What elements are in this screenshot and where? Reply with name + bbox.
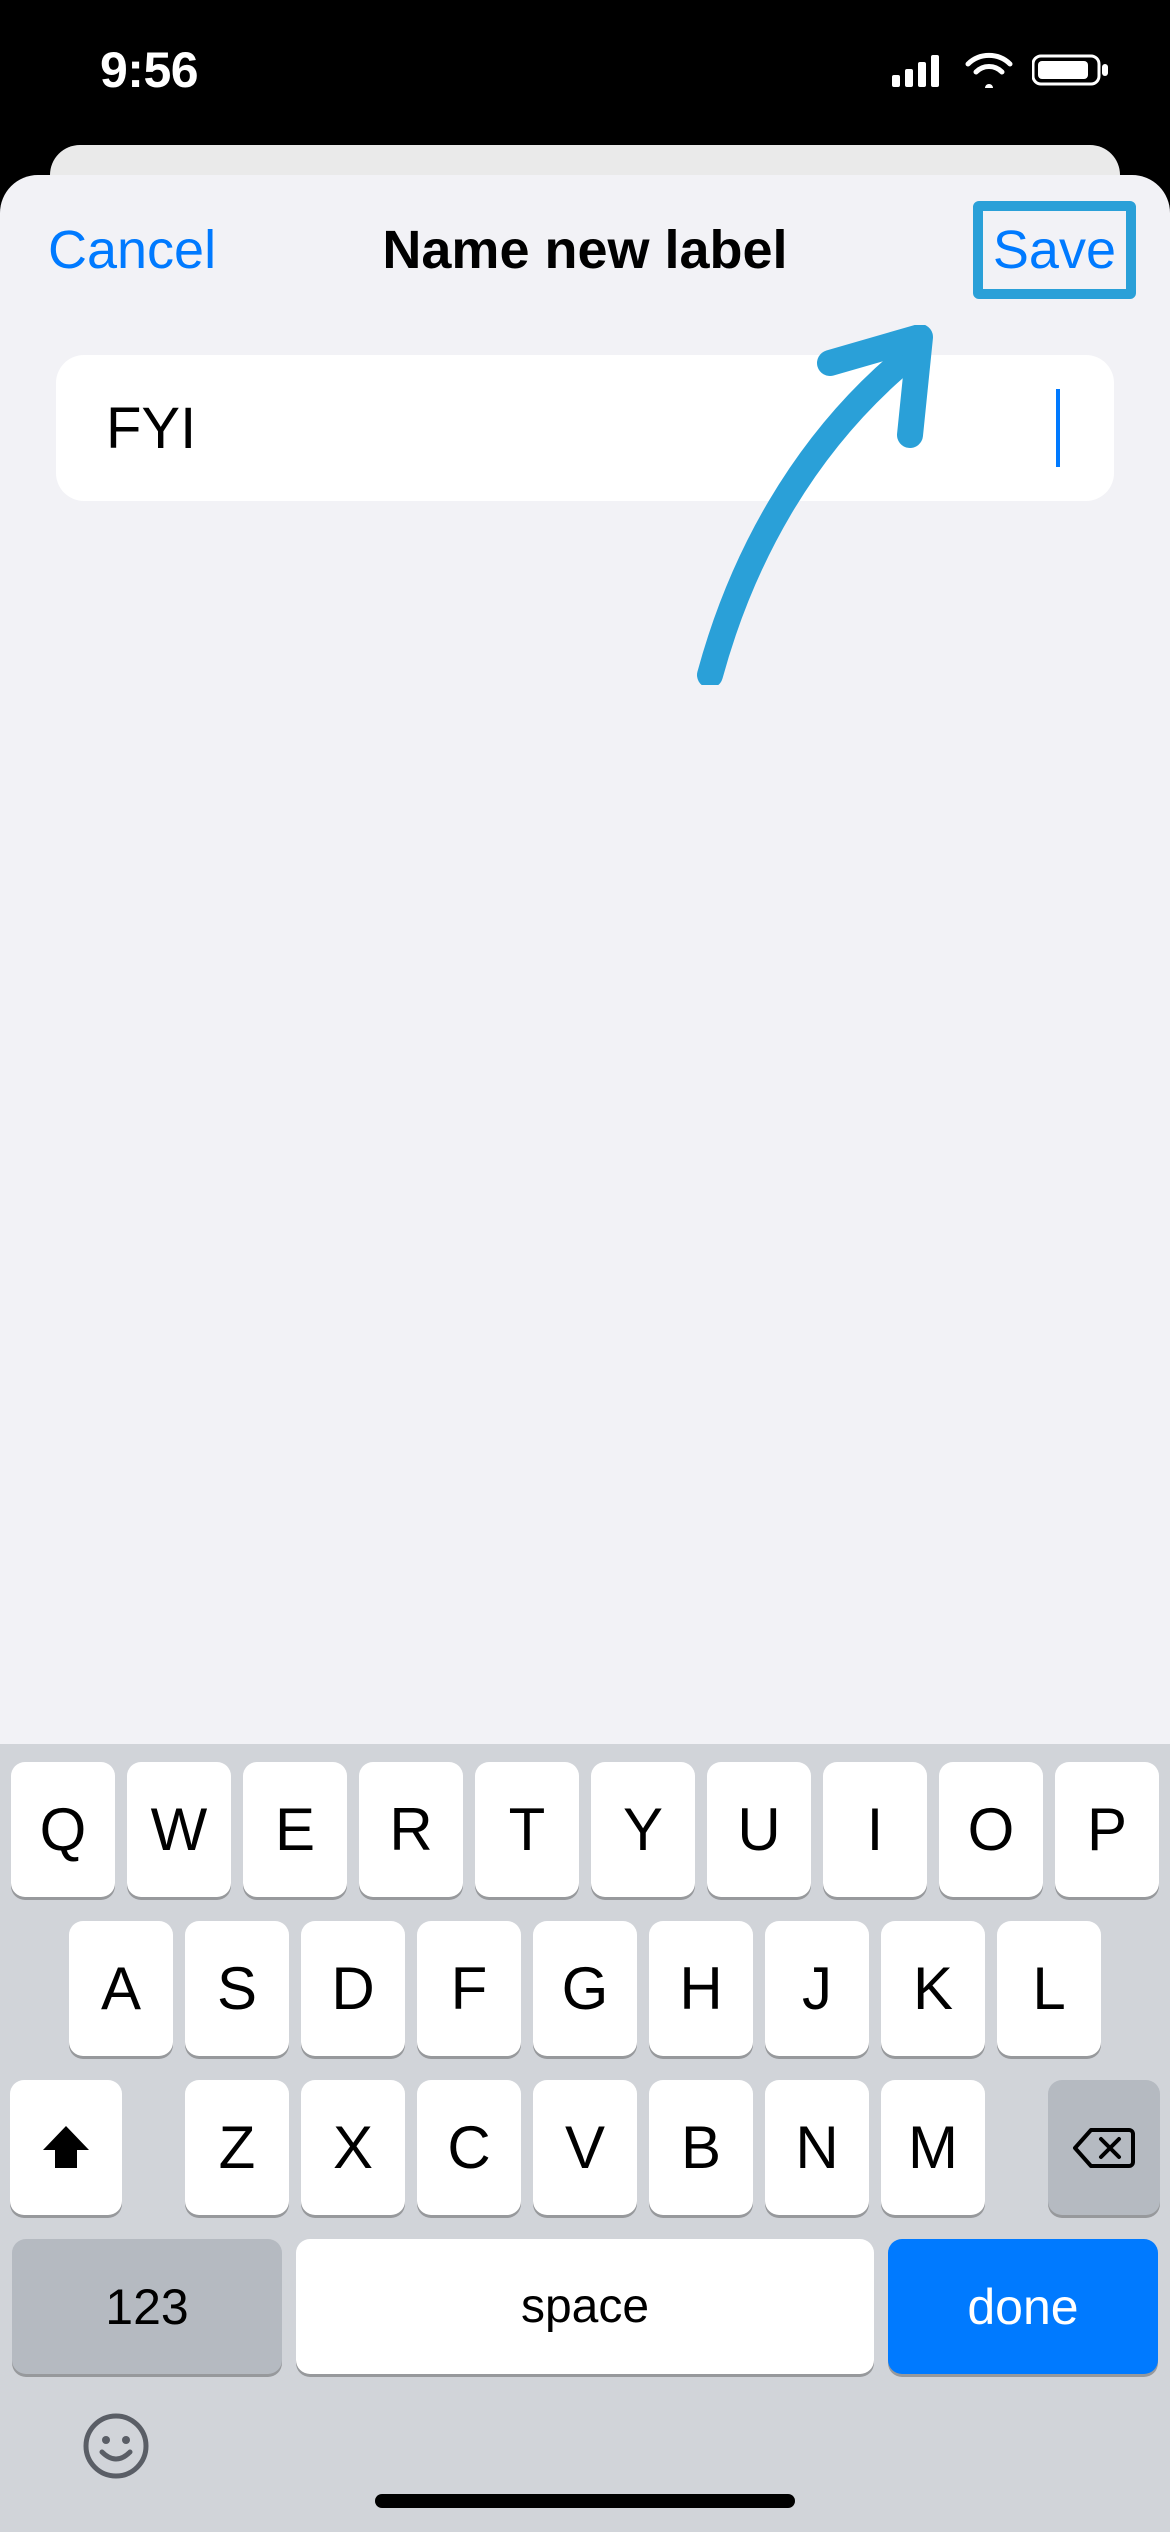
done-key[interactable]: done bbox=[888, 2239, 1158, 2374]
home-indicator[interactable] bbox=[375, 2494, 795, 2508]
key-d[interactable]: D bbox=[301, 1921, 405, 2056]
numbers-key[interactable]: 123 bbox=[12, 2239, 282, 2374]
key-v[interactable]: V bbox=[533, 2080, 637, 2215]
key-o[interactable]: O bbox=[939, 1762, 1043, 1897]
keyboard-gap bbox=[997, 2080, 1036, 2215]
key-y[interactable]: Y bbox=[591, 1762, 695, 1897]
key-t[interactable]: T bbox=[475, 1762, 579, 1897]
key-a[interactable]: A bbox=[69, 1921, 173, 2056]
backspace-icon bbox=[1071, 2124, 1137, 2172]
wifi-icon bbox=[964, 52, 1014, 88]
save-button-highlight: Save bbox=[973, 201, 1136, 299]
key-m[interactable]: M bbox=[881, 2080, 985, 2215]
keyboard-row-3: ZXCVBNM bbox=[10, 2080, 1160, 2215]
key-p[interactable]: P bbox=[1055, 1762, 1159, 1897]
cancel-button[interactable]: Cancel bbox=[48, 219, 216, 281]
key-i[interactable]: I bbox=[823, 1762, 927, 1897]
key-z[interactable]: Z bbox=[185, 2080, 289, 2215]
key-b[interactable]: B bbox=[649, 2080, 753, 2215]
status-bar: 9:56 bbox=[0, 0, 1170, 140]
key-c[interactable]: C bbox=[417, 2080, 521, 2215]
key-l[interactable]: L bbox=[997, 1921, 1101, 2056]
key-j[interactable]: J bbox=[765, 1921, 869, 2056]
modal-sheet: Cancel Name new label Save FYI QWERTYUIO… bbox=[0, 175, 1170, 2532]
shift-key[interactable] bbox=[10, 2080, 122, 2215]
key-r[interactable]: R bbox=[359, 1762, 463, 1897]
key-k[interactable]: K bbox=[881, 1921, 985, 2056]
keyboard-row-2: ASDFGHJKL bbox=[10, 1921, 1160, 2056]
status-icons bbox=[892, 52, 1110, 88]
key-s[interactable]: S bbox=[185, 1921, 289, 2056]
modal-stack: Cancel Name new label Save FYI QWERTYUIO… bbox=[0, 145, 1170, 2532]
keyboard-row-1: QWERTYUIOP bbox=[10, 1762, 1160, 1897]
key-h[interactable]: H bbox=[649, 1921, 753, 2056]
keyboard-gap bbox=[134, 2080, 173, 2215]
key-u[interactable]: U bbox=[707, 1762, 811, 1897]
backspace-key[interactable] bbox=[1048, 2080, 1160, 2215]
space-key[interactable]: space bbox=[296, 2239, 874, 2374]
label-name-input[interactable]: FYI bbox=[106, 395, 1064, 462]
key-f[interactable]: F bbox=[417, 1921, 521, 2056]
key-e[interactable]: E bbox=[243, 1762, 347, 1897]
cellular-icon bbox=[892, 53, 946, 87]
text-cursor bbox=[1056, 389, 1060, 467]
battery-icon bbox=[1032, 52, 1110, 88]
shift-icon bbox=[39, 2122, 93, 2174]
keyboard-footer bbox=[10, 2402, 1160, 2532]
modal-nav-bar: Cancel Name new label Save bbox=[0, 175, 1170, 325]
label-name-field-wrap[interactable]: FYI bbox=[56, 355, 1114, 501]
keyboard-row-4: 123 space done bbox=[10, 2239, 1160, 2374]
key-q[interactable]: Q bbox=[11, 1762, 115, 1897]
keyboard: QWERTYUIOP ASDFGHJKL ZXCVBNM bbox=[0, 1744, 1170, 2532]
key-x[interactable]: X bbox=[301, 2080, 405, 2215]
modal-title: Name new label bbox=[382, 219, 787, 281]
key-n[interactable]: N bbox=[765, 2080, 869, 2215]
status-time: 9:56 bbox=[100, 41, 198, 99]
key-g[interactable]: G bbox=[533, 1921, 637, 2056]
save-button[interactable]: Save bbox=[993, 219, 1116, 281]
key-w[interactable]: W bbox=[127, 1762, 231, 1897]
emoji-icon[interactable] bbox=[80, 2410, 152, 2482]
